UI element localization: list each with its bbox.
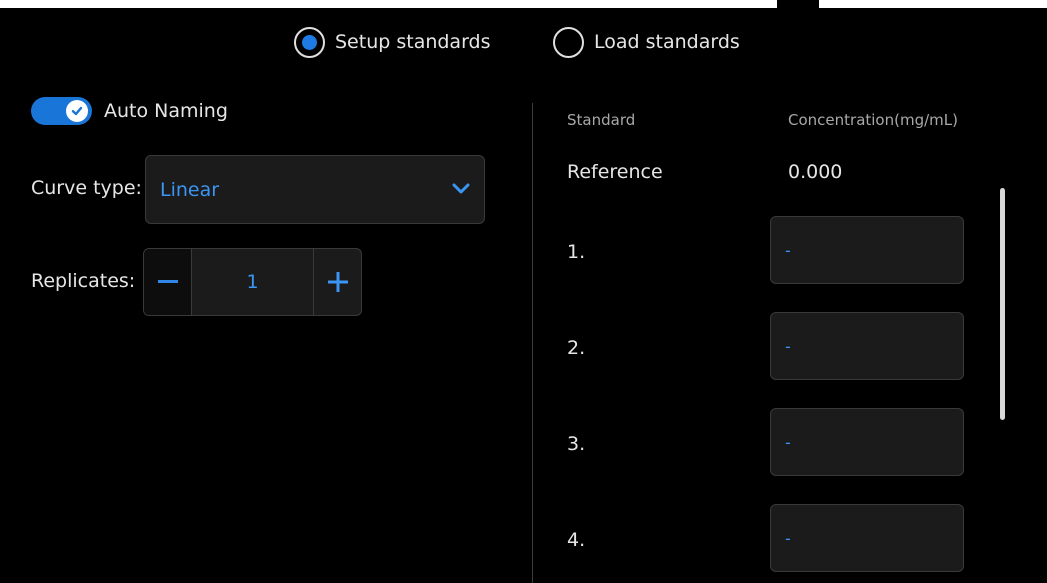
reference-name: Reference	[567, 161, 663, 183]
plus-icon	[327, 272, 348, 292]
top-edge-bar	[0, 0, 1047, 8]
chevron-down-icon	[452, 180, 470, 199]
radio-setup-standards[interactable]: Setup standards	[294, 24, 491, 60]
table-scrollbar[interactable]	[1000, 188, 1005, 420]
radio-load-label: Load standards	[594, 31, 740, 53]
concentration-input[interactable]: -	[770, 504, 964, 572]
radio-load-standards[interactable]: Load standards	[553, 24, 740, 60]
replicates-label: Replicates:	[31, 270, 136, 292]
concentration-input[interactable]: -	[770, 216, 964, 284]
radio-unselected-icon	[553, 26, 584, 58]
replicates-value[interactable]: 1	[192, 249, 313, 315]
concentration-input[interactable]: -	[770, 312, 964, 380]
top-edge-tab	[777, 0, 819, 8]
standard-row-name: 1.	[567, 241, 586, 263]
standard-column-header: Standard	[567, 111, 636, 129]
reference-concentration: 0.000	[788, 161, 843, 183]
standard-row-name: 4.	[567, 529, 586, 551]
concentration-column-header: Concentration(mg/mL)	[788, 111, 958, 129]
auto-naming-label: Auto Naming	[104, 100, 228, 122]
check-icon	[66, 100, 88, 122]
curve-type-label: Curve type:	[31, 177, 142, 199]
section-divider	[532, 103, 533, 583]
curve-type-dropdown[interactable]: Linear	[145, 155, 485, 224]
radio-setup-label: Setup standards	[335, 31, 491, 53]
replicates-stepper: 1	[143, 248, 362, 316]
standard-row-name: 3.	[567, 433, 586, 455]
toggle-switch[interactable]	[31, 97, 92, 125]
standard-row-name: 2.	[567, 337, 586, 359]
auto-naming-toggle[interactable]: Auto Naming	[31, 97, 228, 125]
increment-button[interactable]	[313, 249, 361, 315]
curve-type-value: Linear	[160, 178, 220, 201]
minus-icon	[157, 280, 178, 283]
radio-selected-icon	[294, 26, 325, 58]
concentration-input[interactable]: -	[770, 408, 964, 476]
decrement-button[interactable]	[144, 249, 192, 315]
